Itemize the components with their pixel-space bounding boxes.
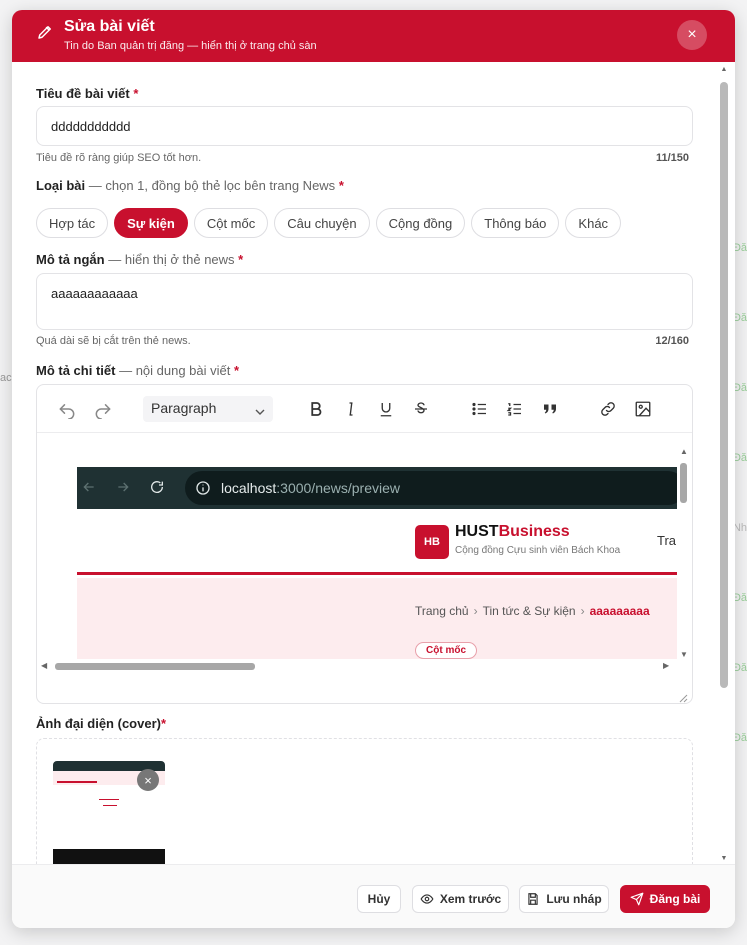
image-icon[interactable]: [631, 397, 655, 421]
resize-handle-icon[interactable]: [678, 690, 688, 703]
category-chip-cong-dong[interactable]: Cộng đồng: [375, 208, 466, 238]
background-tag: Nh: [732, 522, 747, 534]
modal-header: Sửa bài viết Tin do Ban quản trị đăng — …: [12, 10, 735, 62]
modal-subtitle: Tin do Ban quản trị đăng — hiển thị ở tr…: [64, 40, 317, 52]
bold-icon[interactable]: [304, 397, 328, 421]
editor-horizontal-scrollbar[interactable]: ◀ ▶: [37, 659, 677, 673]
modal-body[interactable]: Tiêu đề bài viết * ddddddddddd Tiêu đề r…: [12, 62, 735, 864]
undo-icon[interactable]: [55, 397, 79, 421]
publish-button[interactable]: Đăng bài: [620, 885, 710, 913]
scroll-down-icon: ▼: [720, 855, 728, 862]
short-desc-counter: 12/160: [655, 335, 689, 347]
edit-post-modal: Sửa bài viết Tin do Ban quản trị đăng — …: [12, 10, 735, 928]
info-icon: [195, 480, 211, 501]
publish-button-label: Đăng bài: [649, 892, 701, 906]
category-chip-hop-tac[interactable]: Hợp tác: [36, 208, 109, 238]
category-badge: Cột mốc: [415, 642, 477, 659]
scroll-up-icon: ▲: [720, 66, 728, 73]
background-tag: Đă: [732, 312, 747, 324]
modal-footer: Hủy Xem trước Lưu nháp Đăng bài: [12, 864, 735, 928]
quote-icon[interactable]: [538, 397, 562, 421]
chevron-down-icon: [255, 404, 265, 415]
site-tagline: Cộng đồng Cựu sinh viên Bách Khoa: [455, 545, 621, 556]
close-icon: ×: [144, 772, 152, 788]
scroll-down-icon: ▼: [680, 650, 688, 659]
title-label: Tiêu đề bài viết *: [36, 86, 139, 101]
close-icon: ×: [687, 26, 697, 43]
short-desc-label: Mô tả ngắn — hiển thị ở thẻ news *: [36, 252, 244, 267]
background-tag: Đă: [732, 242, 747, 254]
site-logo: HB: [415, 525, 449, 559]
close-button[interactable]: ×: [677, 20, 707, 50]
site-breadcrumb-area: Trang chủ › Tin tức & Sự kiện › aaaaaaaaa Cộ…: [77, 578, 677, 659]
bullet-list-icon[interactable]: [468, 397, 492, 421]
breadcrumb: Trang chủ › Tin tức & Sự kiện › aaaaaaaaa: [415, 604, 650, 618]
forward-arrow-icon: [115, 479, 131, 500]
category-label: Loại bài — chọn 1, đồng bộ thẻ lọc bên t…: [36, 178, 344, 193]
background-tag: Đă: [732, 732, 747, 744]
url-bar: localhost:3000/news/preview: [185, 471, 677, 505]
site-nav-item: Tra: [657, 533, 677, 548]
modal-title: Sửa bài viết: [64, 18, 155, 35]
background-text: ac: [0, 372, 12, 384]
cancel-button-label: Hủy: [367, 892, 391, 906]
site-header: HB HUSTBusiness Cộng đồng Cựu sinh viên …: [77, 509, 677, 575]
title-input[interactable]: ddddddddddd: [36, 106, 693, 146]
scroll-up-icon: ▲: [680, 447, 688, 456]
strikethrough-icon[interactable]: [409, 397, 433, 421]
numbered-list-icon[interactable]: [503, 397, 527, 421]
category-chip-cau-chuyen[interactable]: Câu chuyện: [274, 208, 370, 238]
category-chips: Hợp tác Sự kiện Cột mốc Câu chuyện Cộng …: [36, 208, 622, 238]
save-draft-button-label: Lưu nháp: [546, 892, 602, 906]
short-desc-textarea[interactable]: aaaaaaaaaaaa: [36, 273, 693, 330]
underline-icon[interactable]: [374, 397, 398, 421]
paragraph-select[interactable]: Paragraph: [143, 396, 273, 422]
eye-icon: [420, 894, 434, 904]
category-chip-thong-bao[interactable]: Thông báo: [471, 208, 560, 238]
title-hint: Tiêu đề rõ ràng giúp SEO tốt hơn.: [36, 152, 202, 164]
modal-scrollbar[interactable]: ▲ ▼: [719, 66, 729, 862]
send-icon: [630, 892, 644, 906]
scroll-thumb[interactable]: [55, 663, 255, 670]
pencil-icon: [36, 23, 54, 41]
save-icon: [528, 893, 538, 905]
scroll-left-icon: ◀: [41, 661, 48, 670]
save-draft-button[interactable]: Lưu nháp: [519, 885, 609, 913]
paragraph-select-value: Paragraph: [151, 400, 217, 416]
background-tag: Đă: [732, 662, 747, 674]
reload-icon: [149, 479, 165, 500]
redo-icon[interactable]: [91, 397, 115, 421]
editor-toolbar: Paragraph: [37, 385, 692, 433]
background-tag: Đă: [732, 592, 747, 604]
site-brand: HUSTBusiness: [455, 523, 570, 540]
category-chip-khac[interactable]: Khác: [565, 208, 622, 238]
italic-icon[interactable]: [339, 397, 363, 421]
embedded-screenshot: localhost:3000/news/preview HB HUSTBusin…: [77, 467, 677, 659]
background-tag: Đă: [732, 452, 747, 464]
preview-button[interactable]: Xem trước: [412, 885, 509, 913]
cancel-button[interactable]: Hủy: [357, 885, 401, 913]
category-chip-su-kien[interactable]: Sự kiện: [114, 208, 188, 238]
cover-dropzone[interactable]: ×: [36, 738, 693, 864]
editor-content[interactable]: localhost:3000/news/preview HB HUSTBusin…: [37, 433, 692, 675]
scroll-thumb[interactable]: [680, 463, 687, 503]
title-counter: 11/150: [655, 152, 689, 164]
scroll-thumb[interactable]: [720, 82, 728, 688]
category-chip-cot-moc[interactable]: Cột mốc: [193, 208, 269, 238]
short-desc-hint: Quá dài sẽ bị cắt trên thẻ news.: [36, 335, 191, 347]
back-arrow-icon: [81, 479, 97, 500]
detail-label: Mô tả chi tiết — nội dung bài viết *: [36, 363, 240, 378]
rich-text-editor: Paragraph localhost:3000/news/preview HB…: [36, 384, 693, 704]
editor-vertical-scrollbar[interactable]: ▲ ▼: [678, 447, 688, 659]
cover-label: Ảnh đại diện (cover)*: [36, 716, 167, 731]
preview-button-label: Xem trước: [439, 892, 502, 906]
scroll-right-icon: ▶: [663, 661, 670, 670]
browser-bar: localhost:3000/news/preview: [77, 467, 677, 509]
link-icon[interactable]: [596, 397, 620, 421]
remove-cover-button[interactable]: ×: [137, 769, 159, 791]
background-tag: Đă: [732, 382, 747, 394]
url-text: localhost:3000/news/preview: [221, 480, 401, 496]
